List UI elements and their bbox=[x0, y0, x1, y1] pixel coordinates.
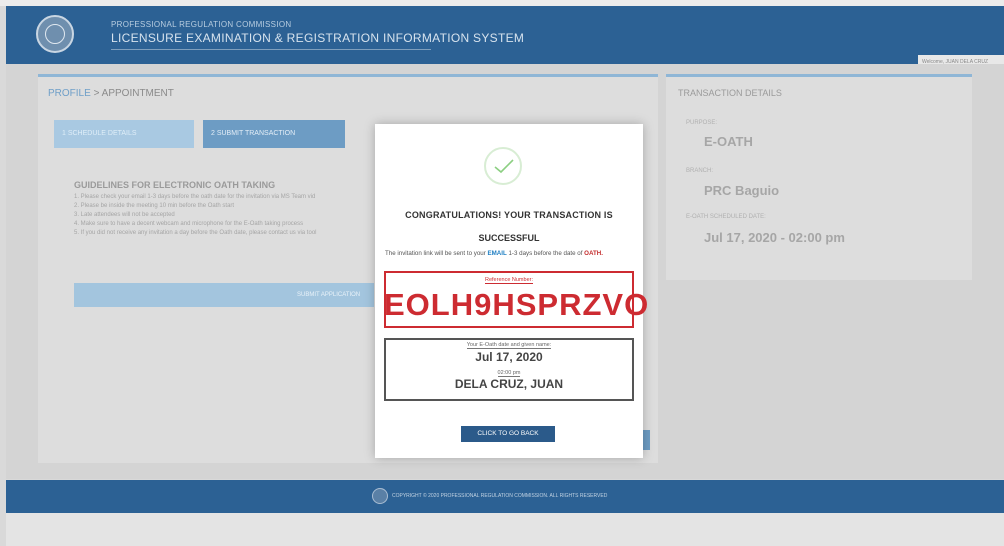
branch-value: PRC Baguio bbox=[704, 183, 780, 198]
footer-copyright: COPYRIGHT © 2020 PROFESSIONAL REGULATION… bbox=[392, 493, 608, 499]
oath-details-label: Your E-Oath date and given name: bbox=[466, 342, 552, 349]
footer-seal-icon bbox=[372, 488, 388, 504]
guideline-item: 5. If you did not receive any invitation… bbox=[74, 230, 317, 236]
oath-details-label-wrap: Your E-Oath date and given name: bbox=[384, 342, 634, 349]
checkmark-icon bbox=[494, 159, 514, 174]
guideline-item: 1. Please check your email 1-3 days befo… bbox=[74, 194, 316, 200]
guidelines-list: 1. Please check your email 1-3 days befo… bbox=[74, 193, 374, 238]
note-email: EMAIL bbox=[487, 250, 507, 257]
breadcrumb: PROFILE > APPOINTMENT bbox=[48, 88, 174, 99]
note-text: 1-3 days before the date of bbox=[506, 250, 585, 257]
seal-inner-ring bbox=[45, 24, 65, 44]
prc-seal-icon bbox=[36, 15, 74, 53]
checkmark-circle-icon bbox=[484, 147, 522, 185]
oath-time-wrap: 02:00 pm bbox=[384, 370, 634, 377]
purpose-label: PURPOSE: bbox=[686, 120, 718, 126]
reference-number-label: Reference Number: bbox=[485, 277, 533, 284]
header-divider bbox=[111, 49, 431, 50]
breadcrumb-profile-link[interactable]: PROFILE bbox=[48, 88, 91, 99]
guidelines-title: GUIDELINES FOR ELECTRONIC OATH TAKING bbox=[74, 180, 276, 190]
guideline-item: 2. Please be inside the meeting 10 min b… bbox=[74, 203, 235, 209]
guideline-item: 4. Make sure to have a decent webcam and… bbox=[74, 221, 304, 227]
oath-time: 02:00 pm bbox=[497, 370, 521, 377]
back-button-edge[interactable] bbox=[642, 430, 650, 450]
step-schedule-details[interactable]: 1 SCHEDULE DETAILS bbox=[54, 120, 194, 148]
org-name: PROFESSIONAL REGULATION COMMISSION bbox=[111, 20, 292, 29]
guideline-item: 3. Late attendees will not be accepted bbox=[74, 212, 175, 218]
success-heading: CONGRATULATIONS! YOUR TRANSACTION IS bbox=[405, 210, 613, 220]
oath-date: Jul 17, 2020 bbox=[475, 350, 543, 364]
transaction-details-card bbox=[666, 74, 972, 280]
oath-name: DELA CRUZ, JUAN bbox=[454, 377, 564, 391]
submit-application-label: SUBMIT APPLICATION bbox=[297, 292, 361, 298]
branch-label: BRANCH: bbox=[686, 168, 714, 174]
reference-number: EOLH9HSPRZVO bbox=[384, 287, 650, 322]
success-subheading: SUCCESSFUL bbox=[478, 233, 540, 243]
step-submit-transaction[interactable]: 2 SUBMIT TRANSACTION bbox=[203, 120, 345, 148]
scheduled-date-label: E-OATH SCHEDULED DATE: bbox=[686, 214, 766, 220]
note-text: The invitation link will be sent to your bbox=[385, 250, 488, 257]
purpose-value: E-OATH bbox=[704, 134, 753, 149]
scheduled-date-value: Jul 17, 2020 - 02:00 pm bbox=[704, 230, 845, 245]
page-bottom-area bbox=[6, 513, 1004, 546]
note-oath: OATH. bbox=[584, 250, 603, 257]
go-back-button[interactable]: CLICK TO GO BACK bbox=[461, 426, 555, 442]
site-header: PROFESSIONAL REGULATION COMMISSION LICEN… bbox=[6, 6, 1004, 64]
system-name: LICENSURE EXAMINATION & REGISTRATION INF… bbox=[111, 31, 525, 45]
breadcrumb-current: APPOINTMENT bbox=[101, 88, 174, 99]
reference-number-label-wrap: Reference Number: bbox=[384, 277, 634, 284]
breadcrumb-separator: > bbox=[90, 88, 102, 99]
invitation-note: The invitation link will be sent to your… bbox=[385, 250, 637, 258]
transaction-details-title: TRANSACTION DETAILS bbox=[678, 88, 782, 98]
